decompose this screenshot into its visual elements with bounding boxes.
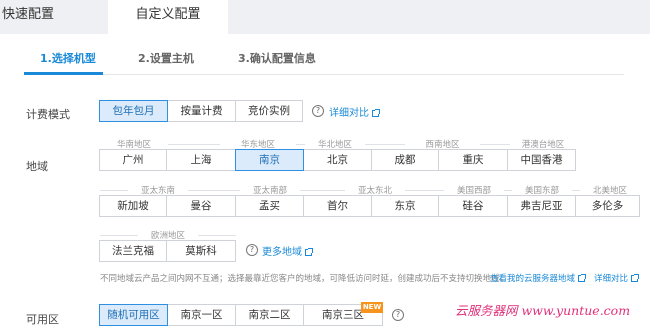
help-icon[interactable]: ? <box>246 244 258 256</box>
billing-option-annual[interactable]: 包年包月 <box>99 100 168 122</box>
region-tokyo[interactable]: 东京 <box>371 195 439 217</box>
region-shanghai[interactable]: 上海 <box>166 149 236 171</box>
region-frankfurt[interactable]: 法兰克福 <box>99 240 167 262</box>
region-mumbai[interactable]: 孟买 <box>235 195 304 217</box>
billing-option-pay-as-you-go[interactable]: 按量计费 <box>167 100 236 122</box>
step-set-host[interactable]: 2.设置主机 <box>138 50 194 66</box>
active-step-indicator <box>24 72 103 75</box>
region-virginia[interactable]: 弗吉尼亚 <box>507 195 576 217</box>
external-link-icon <box>372 108 380 117</box>
external-link-icon <box>631 274 640 282</box>
step-confirm-config[interactable]: 3.确认配置信息 <box>238 50 316 66</box>
region-chengdu[interactable]: 成都 <box>371 149 439 171</box>
region-silicon-valley[interactable]: 硅谷 <box>438 195 508 217</box>
region-chongqing[interactable]: 重庆 <box>438 149 508 171</box>
my-server-regions-link[interactable]: 查看我的云服务器地域 <box>490 272 587 284</box>
external-link-icon <box>305 247 313 256</box>
region-singapore[interactable]: 新加坡 <box>99 195 167 217</box>
zone-nanjing-1[interactable]: 南京一区 <box>167 304 236 326</box>
billing-compare-link[interactable]: 详细对比 <box>329 104 380 119</box>
help-icon[interactable]: ? <box>392 309 404 321</box>
region-nanjing[interactable]: 南京 <box>235 149 304 171</box>
more-regions-link[interactable]: 更多地域 <box>262 243 313 258</box>
step-select-instance[interactable]: 1.选择机型 <box>40 50 96 66</box>
availability-zone-label: 可用区 <box>26 313 59 326</box>
region-note: 不同地域云产品之间内网不互通；选择最靠近您客户的地域，可降低访问时延，创建成功后… <box>100 274 509 284</box>
watermark: 云服务器网 www.yuntue.com <box>455 303 631 318</box>
external-link-icon <box>578 274 587 282</box>
help-icon[interactable]: ? <box>312 105 324 117</box>
region-moscow[interactable]: 莫斯科 <box>166 240 236 262</box>
region-toronto[interactable]: 多伦多 <box>575 195 640 217</box>
region-seoul[interactable]: 首尔 <box>303 195 372 217</box>
region-compare-link[interactable]: 详细对比 <box>594 272 640 284</box>
region-label: 地域 <box>26 160 48 173</box>
new-badge: NEW <box>361 302 383 313</box>
billing-option-spot[interactable]: 竞价实例 <box>235 100 303 122</box>
tab-quick-config[interactable]: 快速配置 <box>0 0 76 34</box>
zone-nanjing-2[interactable]: 南京二区 <box>235 304 304 326</box>
region-hong-kong[interactable]: 中国香港 <box>507 149 576 171</box>
region-bangkok[interactable]: 曼谷 <box>166 195 236 217</box>
region-guangzhou[interactable]: 广州 <box>99 149 167 171</box>
zone-random[interactable]: 随机可用区 <box>99 304 168 326</box>
billing-mode-label: 计费模式 <box>26 108 70 121</box>
tab-custom-config[interactable]: 自定义配置 <box>108 0 228 35</box>
config-tabs: 快速配置 自定义配置 <box>0 0 650 35</box>
step-navigation: 1.选择机型 2.设置主机 3.确认配置信息 <box>24 50 624 76</box>
region-beijing[interactable]: 北京 <box>303 149 372 171</box>
